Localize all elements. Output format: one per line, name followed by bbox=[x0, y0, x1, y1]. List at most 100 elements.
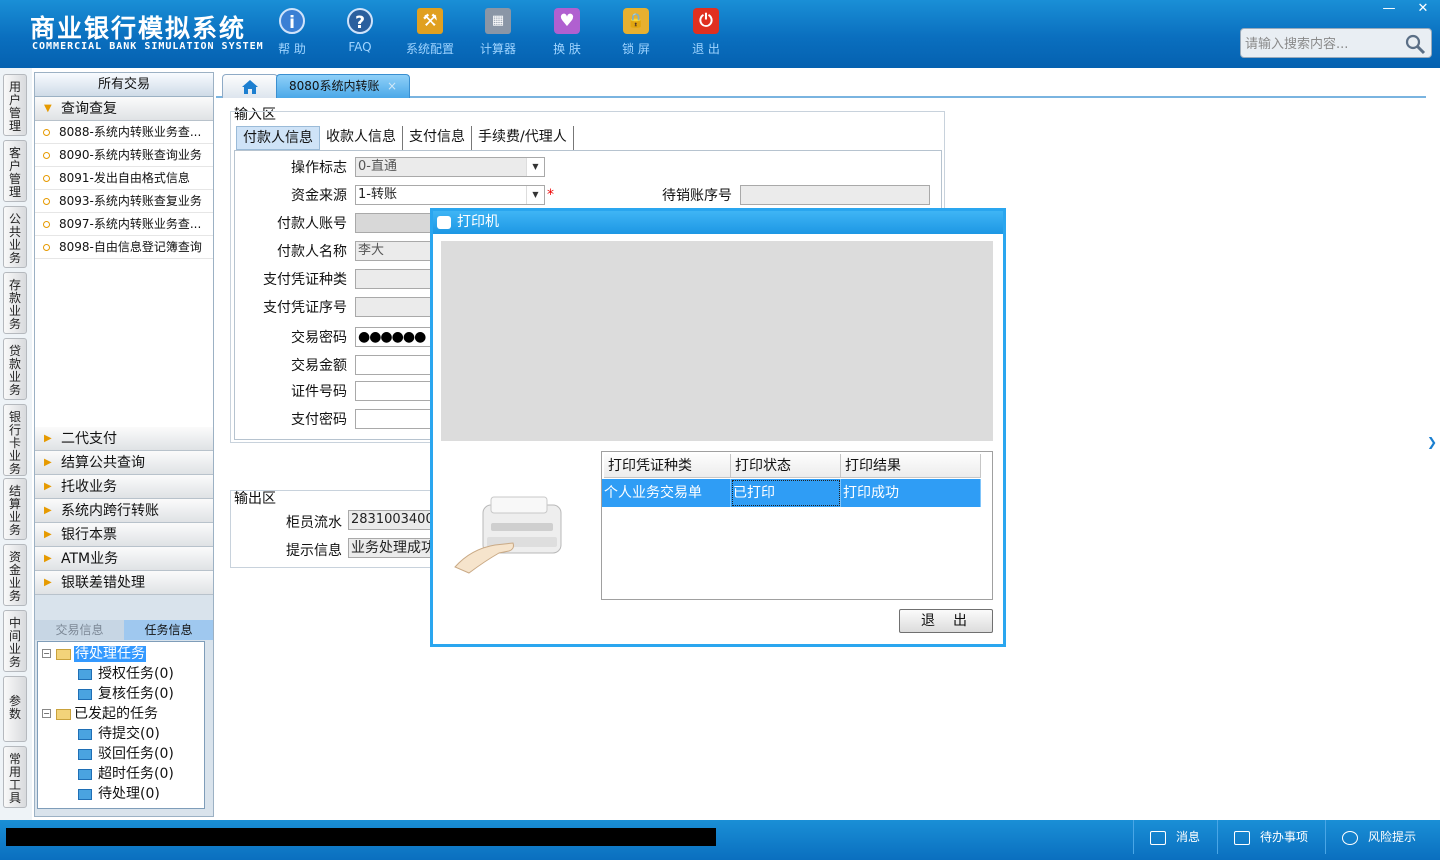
bullet-icon bbox=[43, 198, 50, 205]
triangle-right-icon: ▶ bbox=[44, 433, 52, 444]
change-skin-button[interactable]: ♥ 换 肤 bbox=[537, 8, 597, 64]
vtab-customer-management[interactable]: 客户管理 bbox=[3, 140, 27, 202]
minimize-button[interactable]: — bbox=[1372, 0, 1406, 18]
id-no-input[interactable] bbox=[355, 381, 435, 401]
table-cell[interactable]: 已打印 bbox=[731, 479, 841, 507]
tx-password-input[interactable]: ●●●●●● bbox=[355, 327, 435, 347]
lock-screen-button[interactable]: 🔒 锁 屏 bbox=[606, 8, 666, 64]
list-item-label: 8090-系统内转账查询业务 bbox=[59, 148, 202, 162]
collapse-right-handle[interactable]: ❯ bbox=[1426, 420, 1438, 464]
group-atm[interactable]: ▶ ATM业务 bbox=[35, 547, 213, 571]
fund-source-select[interactable]: 1-转账 ▼ bbox=[355, 185, 545, 205]
vtab-loan-business[interactable]: 贷款业务 bbox=[3, 338, 27, 400]
close-window-button[interactable]: ✕ bbox=[1406, 0, 1440, 18]
tree-node-label: 超时任务(0) bbox=[98, 766, 174, 782]
tree-node-rejected[interactable]: 驳回任务(0) bbox=[78, 744, 174, 764]
tree-node-timeout[interactable]: 超时任务(0) bbox=[78, 764, 174, 784]
required-mark: * bbox=[547, 187, 554, 203]
list-item[interactable]: 8093-系统内转账查复业务 bbox=[35, 190, 213, 213]
vtab-settlement-business[interactable]: 结算业务 bbox=[3, 478, 27, 540]
tab-home[interactable] bbox=[222, 74, 278, 98]
group-second-gen-payment[interactable]: ▶ 二代支付 bbox=[35, 427, 213, 451]
calculator-button[interactable]: ▦ 计算器 bbox=[468, 8, 528, 64]
vtab-fund-business[interactable]: 资金业务 bbox=[3, 544, 27, 606]
exit-system-button[interactable]: ⏻ 退 出 bbox=[676, 8, 736, 64]
group-interbank-transfer[interactable]: ▶ 系统内跨行转账 bbox=[35, 499, 213, 523]
list-item[interactable]: 8088-系统内转账业务查... bbox=[35, 121, 213, 144]
list-item[interactable]: 8090-系统内转账查询业务 bbox=[35, 144, 213, 167]
vtab-bank-card-business[interactable]: 银行卡业务 bbox=[3, 404, 27, 476]
transaction-list: 8088-系统内转账业务查... 8090-系统内转账查询业务 8091-发出自… bbox=[35, 121, 213, 427]
voucher-no-input[interactable] bbox=[355, 297, 435, 317]
tab-payee-info[interactable]: 收款人信息 bbox=[320, 126, 403, 150]
op-flag-select[interactable]: 0-直通 ▼ bbox=[355, 157, 545, 177]
group-collection[interactable]: ▶ 托收业务 bbox=[35, 475, 213, 499]
tab-fee-agent[interactable]: 手续费/代理人 bbox=[472, 126, 574, 150]
messages-button[interactable]: 消息 bbox=[1133, 820, 1217, 854]
collapse-icon[interactable]: − bbox=[42, 709, 51, 718]
bullet-icon bbox=[43, 152, 50, 159]
todo-button[interactable]: 待办事项 bbox=[1217, 820, 1325, 854]
info-icon: i bbox=[279, 8, 305, 34]
help-button[interactable]: i 帮 助 bbox=[262, 8, 322, 64]
group-label: ATM业务 bbox=[61, 551, 119, 567]
system-config-button[interactable]: ⚒ 系统配置 bbox=[400, 8, 460, 64]
tree-node-initiated[interactable]: 已发起的任务 bbox=[56, 704, 158, 724]
group-settlement-query[interactable]: ▶ 结算公共查询 bbox=[35, 451, 213, 475]
voucher-type-input[interactable] bbox=[355, 269, 435, 289]
search-icon[interactable] bbox=[1403, 32, 1427, 56]
vtab-intermediate-business[interactable]: 中间业务 bbox=[3, 610, 27, 672]
bullet-icon bbox=[43, 244, 50, 251]
tree-node-to-process[interactable]: 待处理(0) bbox=[78, 784, 160, 804]
list-item[interactable]: 8098-自由信息登记簿查询 bbox=[35, 236, 213, 259]
payer-name-label: 付款人名称 bbox=[277, 244, 347, 260]
pending-seq-input[interactable] bbox=[740, 185, 930, 205]
lock-icon: 🔒 bbox=[623, 8, 649, 34]
faq-button[interactable]: ? FAQ bbox=[330, 8, 390, 64]
vtab-deposit-business[interactable]: 存款业务 bbox=[3, 272, 27, 334]
tree-node-to-submit[interactable]: 待提交(0) bbox=[78, 724, 160, 744]
payer-name-input[interactable]: 李大 bbox=[355, 241, 435, 261]
list-item[interactable]: 8097-系统内转账业务查... bbox=[35, 213, 213, 236]
pay-password-input[interactable] bbox=[355, 409, 435, 429]
vtab-parameters[interactable]: 参数 bbox=[3, 676, 27, 742]
exit-button[interactable]: 退出 bbox=[899, 609, 993, 633]
table-cell[interactable]: 打印成功 bbox=[841, 479, 981, 507]
payer-account-input[interactable] bbox=[355, 213, 435, 233]
tx-amount-label: 交易金额 bbox=[291, 358, 347, 374]
table-cell[interactable]: 个人业务交易单 bbox=[602, 479, 731, 507]
list-item-label: 8098-自由信息登记簿查询 bbox=[59, 240, 202, 254]
app-title: 商业银行模拟系统 bbox=[30, 14, 247, 43]
print-result-table: 打印凭证种类 打印状态 打印结果 个人业务交易单 已打印 打印成功 bbox=[601, 451, 993, 600]
tree-node-review[interactable]: 复核任务(0) bbox=[78, 684, 174, 704]
tab-payer-info[interactable]: 付款人信息 bbox=[236, 126, 320, 150]
tree-node-pending[interactable]: 待处理任务 bbox=[56, 644, 146, 664]
collapse-icon[interactable]: − bbox=[42, 649, 51, 658]
group-unionpay-error[interactable]: ▶ 银联差错处理 bbox=[35, 571, 213, 595]
tab-payment-info[interactable]: 支付信息 bbox=[403, 126, 472, 150]
task-list-icon bbox=[78, 788, 92, 800]
tab-task-info[interactable]: 任务信息 bbox=[124, 620, 213, 640]
group-label: 银联差错处理 bbox=[61, 575, 145, 591]
list-item[interactable]: 8091-发出自由格式信息 bbox=[35, 167, 213, 190]
group-bank-draft[interactable]: ▶ 银行本票 bbox=[35, 523, 213, 547]
id-no-label: 证件号码 bbox=[291, 384, 347, 400]
group-query-reply[interactable]: ▼ 查询查复 bbox=[35, 97, 213, 121]
tx-amount-input[interactable] bbox=[355, 355, 435, 375]
vtab-user-management[interactable]: 用户管理 bbox=[3, 74, 27, 136]
tree-node-label: 待处理任务 bbox=[74, 646, 146, 662]
tree-node-auth[interactable]: 授权任务(0) bbox=[78, 664, 174, 684]
risk-alert-button[interactable]: 风险提示 bbox=[1325, 820, 1440, 854]
lock-screen-label: 锁 屏 bbox=[622, 42, 650, 56]
vtab-public-business[interactable]: 公共业务 bbox=[3, 206, 27, 268]
op-flag-label: 操作标志 bbox=[291, 160, 347, 176]
tab-system-transfer[interactable]: 8080系统内转账 × bbox=[276, 74, 410, 98]
app-header: 商业银行模拟系统 COMMERCIAL BANK SIMULATION SYST… bbox=[0, 0, 1440, 68]
close-icon[interactable]: × bbox=[387, 75, 397, 97]
payer-account-label: 付款人账号 bbox=[277, 216, 347, 232]
tab-transaction-info[interactable]: 交易信息 bbox=[35, 620, 124, 640]
vtab-common-tools[interactable]: 常用工具 bbox=[3, 746, 27, 808]
list-item-label: 8088-系统内转账业务查... bbox=[59, 125, 202, 139]
search-input[interactable] bbox=[1245, 33, 1405, 55]
triangle-right-icon: ▶ bbox=[44, 553, 52, 564]
